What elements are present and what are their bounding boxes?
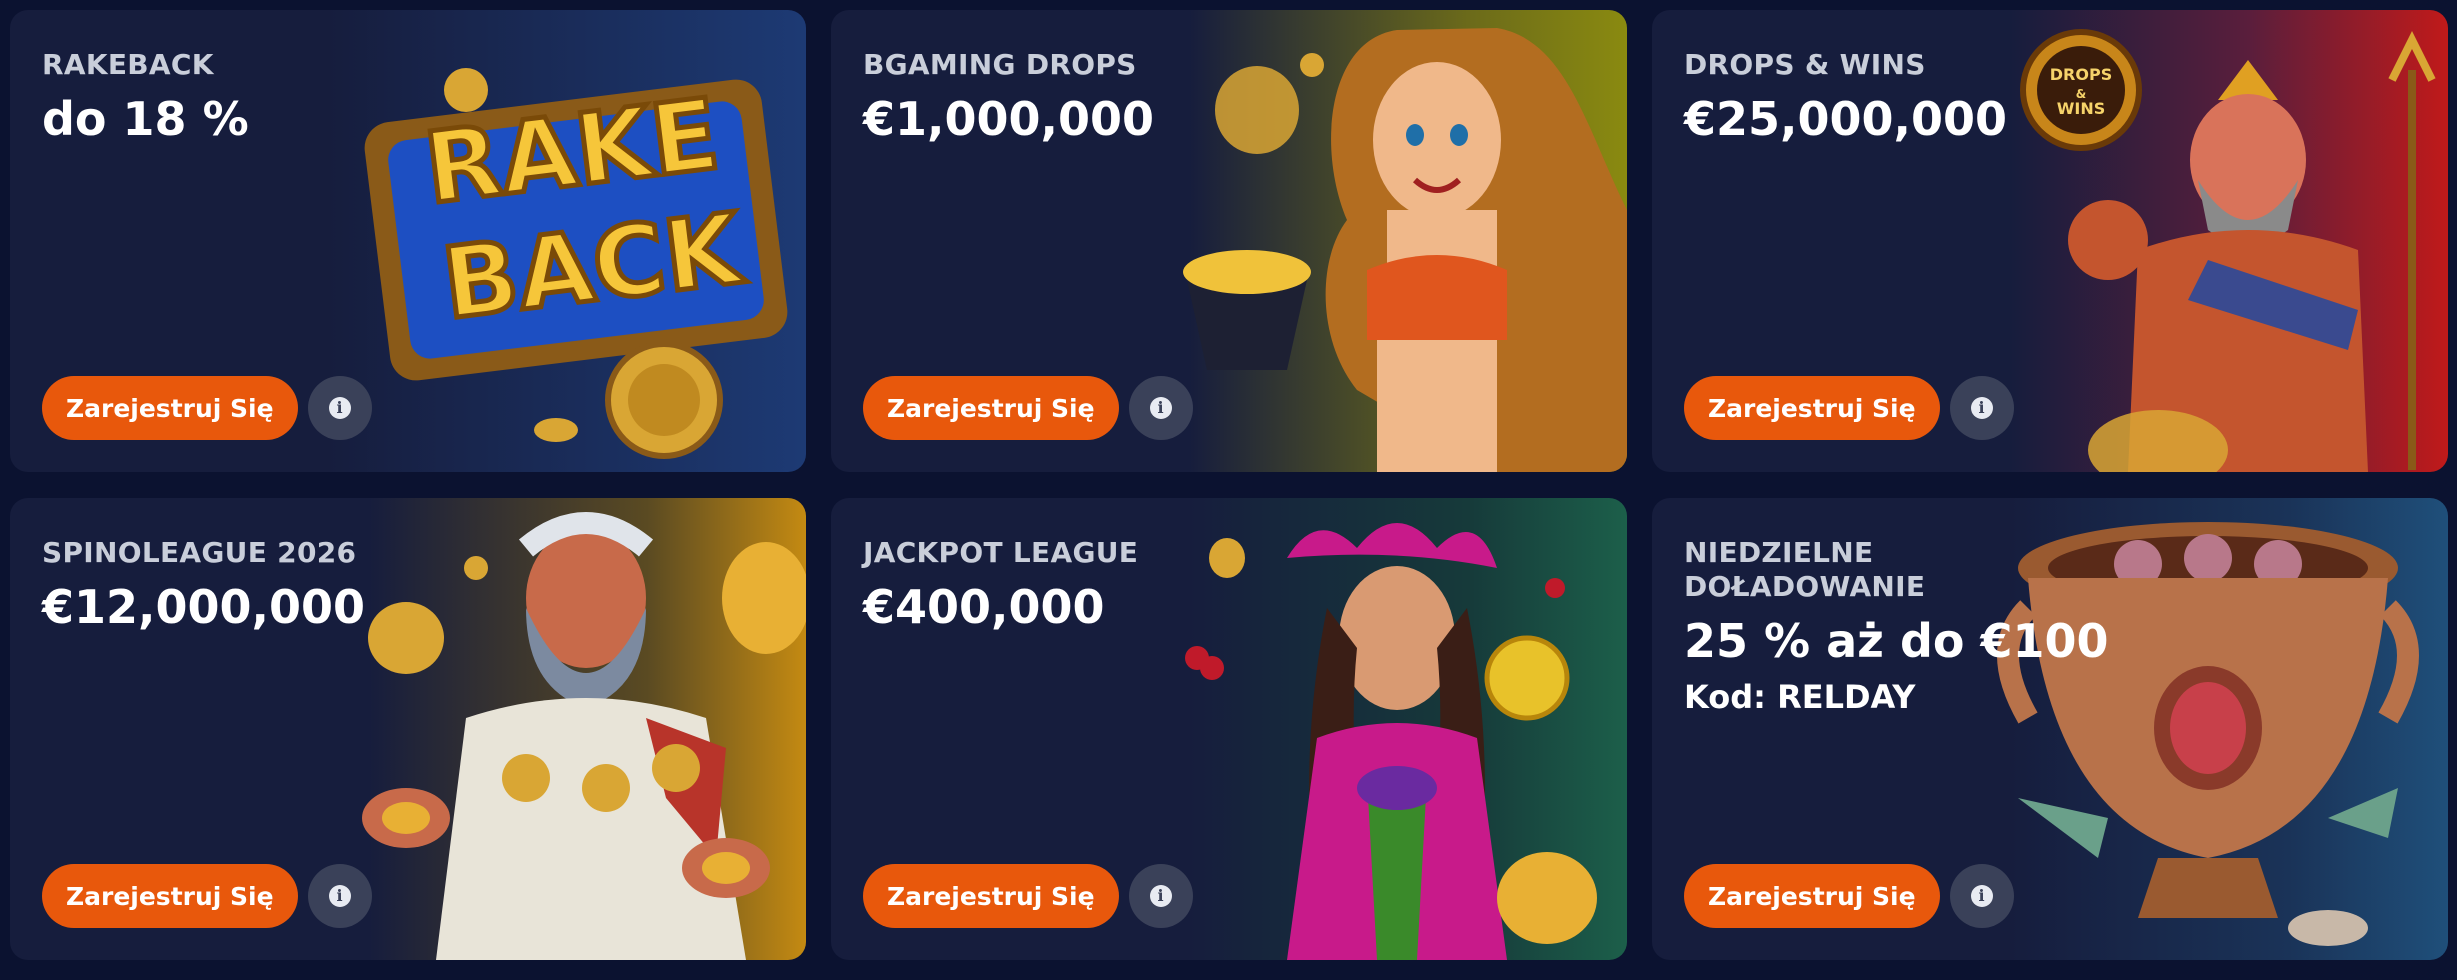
promo-title: JACKPOT LEAGUE [863,536,1139,569]
promo-title: SPINOLEAGUE 2026 [42,536,357,569]
promo-value: 25 % aż do €100 [1684,614,2109,668]
register-button[interactable]: Zarejestruj Się [863,376,1119,440]
info-icon: i [328,397,351,419]
promo-value: do 18 % [42,92,249,146]
promo-code: Kod: RELDAY [1684,678,1916,716]
register-button[interactable]: Zarejestruj Się [1684,864,1940,928]
promo-value: €400,000 [863,580,1105,634]
promo-title: DROPS & WINS [1684,48,1926,81]
info-button[interactable]: i [1949,376,2014,440]
info-icon: i [1149,885,1172,907]
info-icon: i [1970,397,1993,419]
info-button[interactable]: i [1949,864,2014,928]
register-button[interactable]: Zarejestruj Się [42,864,298,928]
rakeback-chest-art: RAKE BACK [346,10,806,472]
promo-title: NIEDZIELNE DOŁADOWANIE [1684,536,1926,603]
promo-title: RAKEBACK [42,48,214,81]
zeus-coins-art [346,498,806,960]
promo-value: €1,000,000 [863,92,1155,146]
info-button[interactable]: i [307,376,372,440]
register-button[interactable]: Zarejestruj Się [42,376,298,440]
info-button[interactable]: i [1128,864,1193,928]
info-icon: i [328,885,351,907]
promo-card-rakeback[interactable]: RAKE BACK RAKEBACK do 18 % Zarejestruj S… [10,10,806,472]
promo-card-bgaming-drops[interactable]: BGAMING DROPS €1,000,000 Zarejestruj Się… [831,10,1627,472]
promotions-grid: RAKE BACK RAKEBACK do 18 % Zarejestruj S… [10,10,2448,970]
info-button[interactable]: i [1128,376,1193,440]
info-icon: i [1970,885,1993,907]
promo-card-sunday-reload[interactable]: NIEDZIELNE DOŁADOWANIE 25 % aż do €100 K… [1652,498,2448,960]
register-button[interactable]: Zarejestruj Się [1684,376,1940,440]
info-icon: i [1149,397,1172,419]
jester-girl-art [1167,498,1627,960]
promo-card-drops-wins[interactable]: DROPS & WINS DROPS & WINS €25,000,000 Za… [1652,10,2448,472]
golden-goddess-art [1167,10,1627,472]
register-button[interactable]: Zarejestruj Się [863,864,1119,928]
promo-value: €12,000,000 [42,580,366,634]
promo-value: €25,000,000 [1684,92,2008,146]
promo-card-spinoleague[interactable]: SPINOLEAGUE 2026 €12,000,000 Zarejestruj… [10,498,806,960]
info-button[interactable]: i [307,864,372,928]
promo-title: BGAMING DROPS [863,48,1137,81]
promo-card-jackpot-league[interactable]: JACKPOT LEAGUE €400,000 Zarejestruj Się … [831,498,1627,960]
